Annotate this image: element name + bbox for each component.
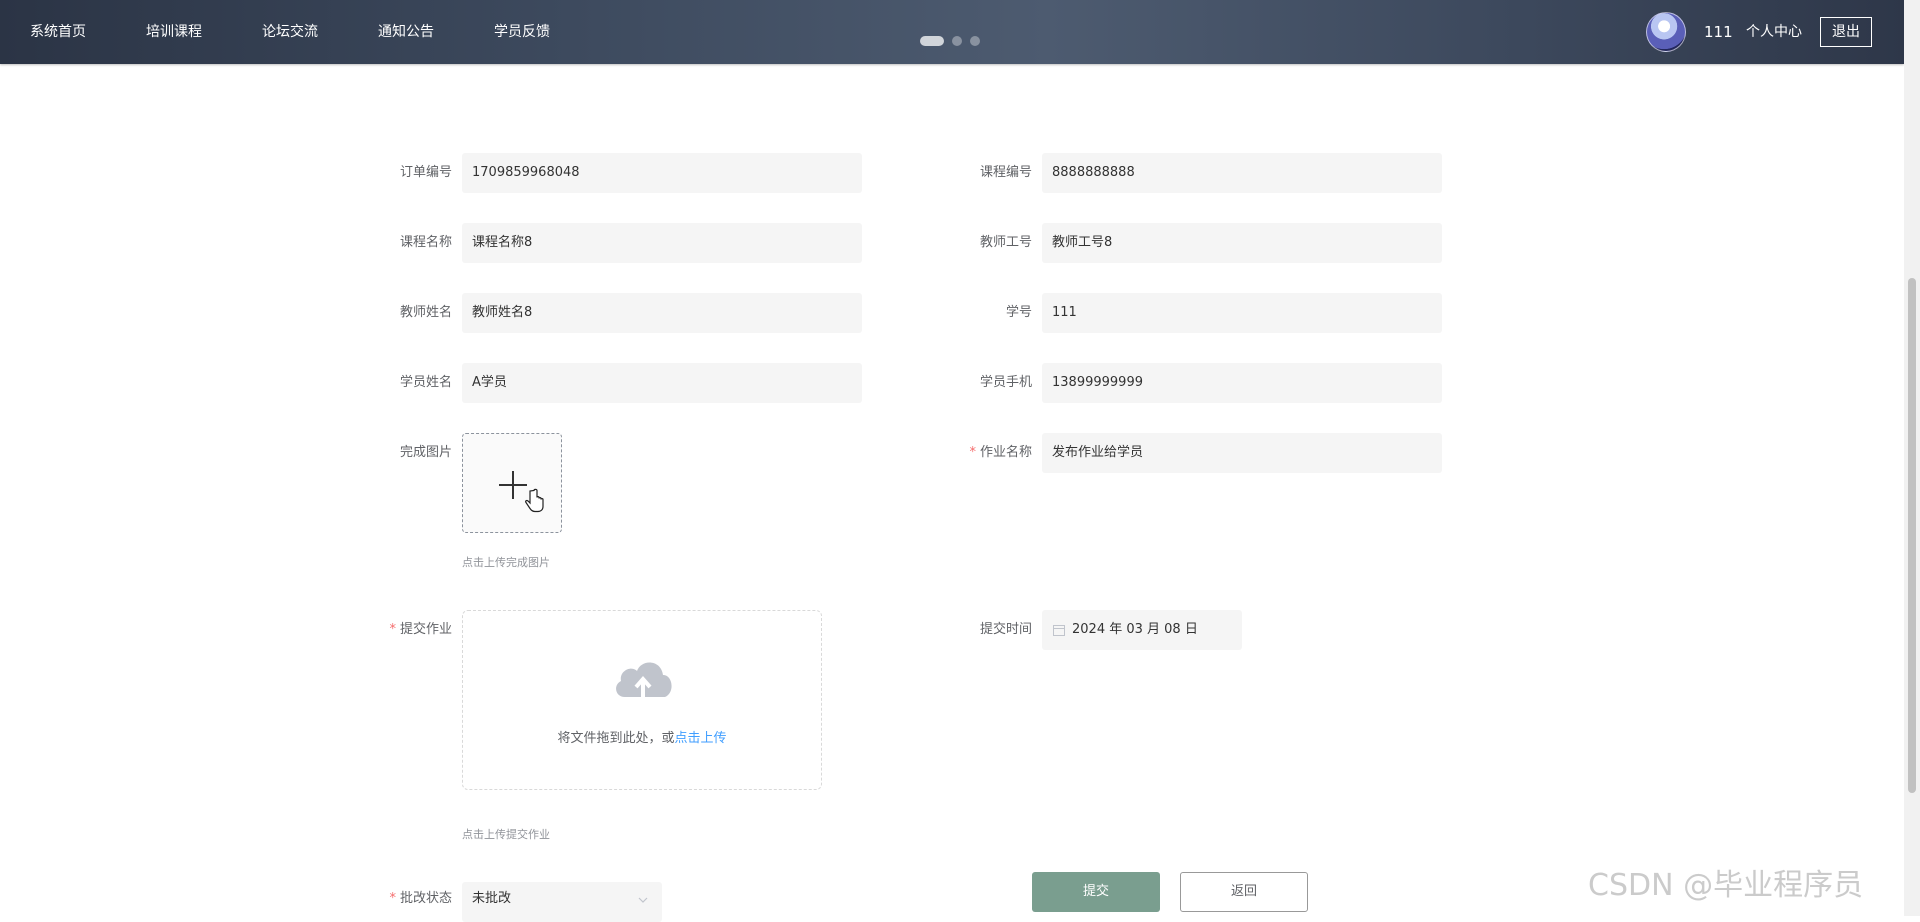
back-button[interactable]: 返回: [1180, 872, 1308, 912]
user-center-link[interactable]: 个人中心: [1746, 0, 1802, 64]
plus-icon: [499, 471, 527, 499]
order-no-field[interactable]: 1709859968048: [462, 153, 862, 193]
nav-training-courses[interactable]: 培训课程: [146, 0, 202, 64]
logout-button[interactable]: 退出: [1820, 17, 1872, 47]
review-status-label-text: 批改状态: [399, 891, 452, 906]
dropzone-instruction: 将文件拖到此处，或: [557, 731, 675, 746]
order-no-label: 订单编号: [399, 165, 452, 180]
teacher-id-field[interactable]: 教师工号8: [1042, 223, 1442, 263]
click-upload-link[interactable]: 点击上传: [675, 731, 727, 746]
page-scrollbar[interactable]: [1904, 0, 1920, 916]
required-mark: *: [389, 891, 396, 906]
csdn-watermark: CSDN @毕业程序员: [1588, 868, 1864, 903]
finish-image-uploader[interactable]: [462, 433, 562, 533]
course-name-label: 课程名称: [399, 235, 452, 250]
teacher-id-label: 教师工号: [979, 235, 1032, 250]
student-name-label: 学员姓名: [399, 375, 452, 390]
submit-button[interactable]: 提交: [1032, 872, 1160, 912]
submit-homework-label: * 提交作业: [332, 610, 452, 650]
hand-cursor-icon: [525, 488, 544, 513]
username: 111: [1704, 23, 1733, 41]
course-name-field[interactable]: 课程名称8: [462, 223, 862, 263]
submit-time-date-picker[interactable]: 2024 年 03 月 08 日: [1042, 610, 1242, 650]
scrollbar-thumb[interactable]: [1908, 278, 1916, 793]
course-no-label: 课程编号: [979, 165, 1032, 180]
dropzone-text: 将文件拖到此处，或点击上传: [463, 727, 821, 746]
top-navigation-bar: 系统首页 培训课程 论坛交流 通知公告 学员反馈 111 个人中心 退出: [0, 0, 1904, 64]
calendar-icon: [1053, 625, 1065, 636]
required-mark: *: [969, 445, 976, 460]
student-no-field[interactable]: 111: [1042, 293, 1442, 333]
student-no-label: 学号: [1005, 305, 1032, 320]
submit-homework-hint: 点击上传提交作业: [462, 828, 550, 841]
homework-file-dropzone[interactable]: 将文件拖到此处，或点击上传: [462, 610, 822, 790]
carousel-dot[interactable]: [920, 36, 944, 46]
carousel-indicator: [920, 36, 980, 46]
submit-time-label: 提交时间: [979, 622, 1032, 637]
review-status-label: * 批改状态: [332, 882, 452, 916]
homework-name-field[interactable]: 发布作业给学员: [1042, 433, 1442, 473]
finish-image-hint: 点击上传完成图片: [462, 556, 550, 569]
nav-feedback[interactable]: 学员反馈: [494, 0, 550, 64]
teacher-name-field[interactable]: 教师姓名8: [462, 293, 862, 333]
submit-homework-label-text: 提交作业: [399, 622, 452, 637]
nav-home[interactable]: 系统首页: [30, 0, 86, 64]
review-status-select[interactable]: 未批改: [462, 882, 662, 922]
carousel-dot[interactable]: [952, 36, 962, 46]
avatar[interactable]: [1646, 12, 1686, 52]
nav-notices[interactable]: 通知公告: [378, 0, 434, 64]
carousel-dot[interactable]: [970, 36, 980, 46]
student-phone-label: 学员手机: [979, 375, 1032, 390]
teacher-name-label: 教师姓名: [399, 305, 452, 320]
review-status-value: 未批改: [472, 891, 512, 906]
student-name-field[interactable]: A学员: [462, 363, 862, 403]
required-mark: *: [389, 622, 396, 637]
student-phone-field[interactable]: 13899999999: [1042, 363, 1442, 403]
homework-name-label: * 作业名称: [912, 433, 1032, 473]
chevron-down-icon: [638, 897, 648, 903]
course-no-field[interactable]: 8888888888: [1042, 153, 1442, 193]
nav-forum[interactable]: 论坛交流: [262, 0, 318, 64]
cloud-upload-icon: [616, 662, 672, 697]
submit-time-value: 2024 年 03 月 08 日: [1072, 622, 1198, 637]
homework-name-label-text: 作业名称: [979, 445, 1032, 460]
finish-image-label: 完成图片: [399, 445, 452, 460]
